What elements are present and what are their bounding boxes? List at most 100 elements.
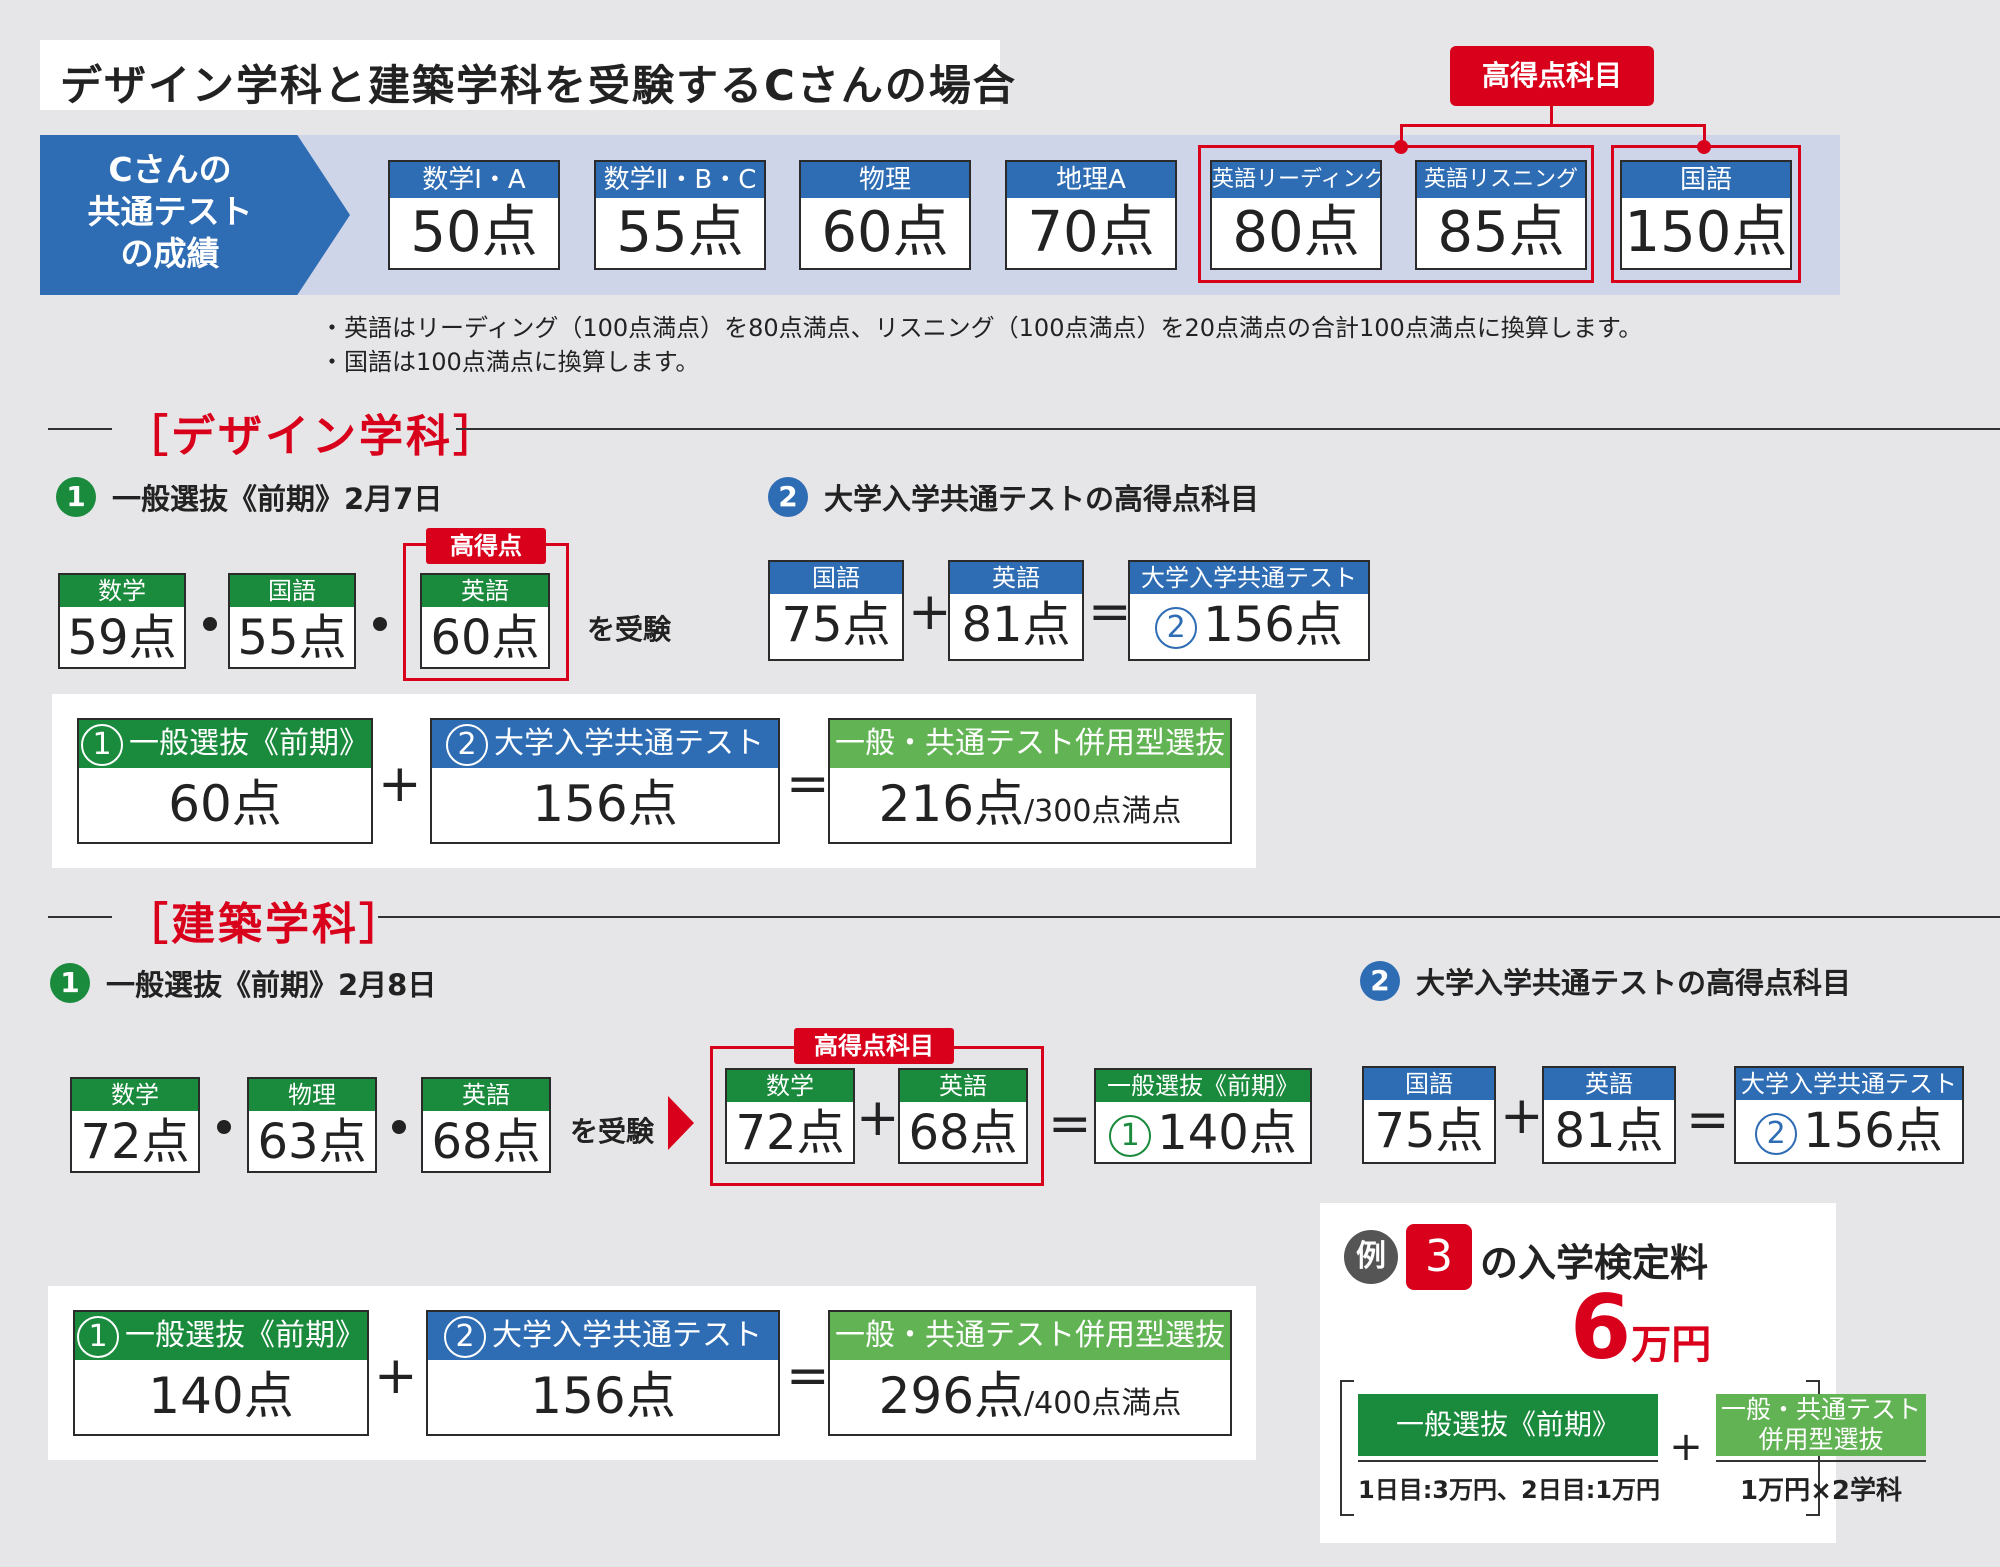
formula-value: 296点 — [878, 1367, 1025, 1425]
formula-label: 大学入学共通テスト — [492, 1318, 762, 1353]
exam-card: 英語 68点 — [421, 1077, 551, 1173]
exam-subject: 英語 — [423, 1079, 549, 1111]
subject-card: 英語リスニング 85点 — [1415, 160, 1587, 270]
high-tag-connector — [1400, 124, 1706, 127]
arch-step2: 2 大学入学共通テストの高得点科目 — [1360, 960, 1851, 1002]
plus-sign: + — [908, 582, 952, 642]
fee-general-detail: 1日目:3万円、2日目:1万円 — [1358, 1476, 1660, 1504]
subject-score: 70点 — [1027, 200, 1155, 265]
subject-name: 数学Ⅰ・A — [390, 162, 558, 198]
exam-card: 国語 55点 — [228, 573, 356, 669]
step-number: 2 — [768, 477, 808, 517]
test-subject: 国語 — [770, 562, 902, 594]
formula-card-result: 一般・共通テスト併用型選抜 216点/300点満点 — [828, 718, 1232, 844]
formula-value: 60点 — [168, 775, 282, 833]
fee-combined-label-line1: 一般・共通テスト — [1720, 1395, 1921, 1424]
equals-sign: = — [1048, 1094, 1092, 1154]
circled-number: 2 — [1755, 1113, 1798, 1155]
formula-card-result: 一般・共通テスト併用型選抜 296点/400点満点 — [828, 1310, 1232, 1436]
step-number: 2 — [1360, 961, 1400, 1001]
high-score-tag: 高得点 — [426, 528, 546, 564]
high-subject: 数学 — [727, 1070, 853, 1102]
formula-label: 一般選抜《前期》 — [129, 726, 369, 761]
subject-name: 英語リーディング — [1212, 162, 1380, 198]
fee-amount-unit: 万円 — [1631, 1322, 1712, 1368]
fee-amount: 6万円 — [1570, 1280, 1830, 1376]
circled-number: 2 — [444, 1315, 486, 1358]
juken-label: を受験 — [587, 613, 672, 646]
design-step2: 2 大学入学共通テストの高得点科目 — [768, 476, 1259, 518]
equals-sign: = — [1088, 582, 1132, 642]
subject-card: 数学Ⅱ・B・C 55点 — [594, 160, 766, 270]
arch-step1: 1 一般選抜《前期》2月8日 — [50, 962, 436, 1004]
high-score: 72点 — [735, 1105, 845, 1161]
equals-sign: = — [1686, 1090, 1730, 1150]
test-score: 75点 — [781, 597, 891, 653]
exam-card: 物理 63点 — [247, 1077, 377, 1173]
test-card: 国語 75点 — [1362, 1066, 1496, 1164]
formula-value: 140点 — [148, 1367, 294, 1425]
separator-dot — [373, 617, 387, 631]
formula-label: 一般選抜《前期》 — [125, 1318, 365, 1353]
subject-card: 国語 150点 — [1620, 160, 1792, 270]
exam-score: 68点 — [431, 1114, 541, 1170]
test-total-score: 156点 — [1203, 597, 1343, 653]
test-card: 国語 75点 — [768, 560, 904, 661]
step-number: 1 — [56, 477, 96, 517]
high-card: 数学 72点 — [725, 1068, 855, 1164]
exam-card: 数学 72点 — [70, 1077, 200, 1173]
high-subject: 英語 — [900, 1070, 1026, 1102]
subject-score: 50点 — [410, 200, 538, 265]
student-label: Cさんの 共通テスト の成績 — [40, 135, 350, 295]
test-total-label: 大学入学共通テスト — [1130, 562, 1368, 594]
high-total-score: 140点 — [1157, 1105, 1297, 1161]
formula-value: 216点 — [878, 775, 1025, 833]
test-subject: 英語 — [950, 562, 1082, 594]
page-title: デザイン学科と建築学科を受験するCさんの場合 — [40, 40, 1015, 110]
plus-sign: + — [856, 1088, 900, 1148]
high-score-tag: 高得点科目 — [794, 1028, 954, 1064]
connector-dot — [1394, 140, 1408, 154]
plus-sign: + — [1669, 1424, 1703, 1470]
formula-value: 156点 — [530, 1367, 676, 1425]
test-score: 75点 — [1374, 1103, 1484, 1159]
equals-sign: = — [786, 754, 830, 814]
student-label-line-1: Cさんの — [108, 150, 232, 189]
circled-number: 1 — [77, 1315, 119, 1358]
subject-score: 85点 — [1437, 200, 1565, 265]
formula-card-test: 2 大学入学共通テスト 156点 — [426, 1310, 780, 1436]
step-label: 一般選抜《前期》2月8日 — [106, 968, 437, 1002]
note-english: ・英語はリーディング（100点満点）を80点満点、リスニング（100点満点）を2… — [320, 314, 1643, 342]
example-badge: 例 — [1344, 1230, 1398, 1284]
test-card: 英語 81点 — [948, 560, 1084, 661]
circled-number: 1 — [81, 723, 123, 766]
separator-dot — [217, 1120, 231, 1134]
subject-score: 80点 — [1232, 200, 1360, 265]
formula-card-general: 1 一般選抜《前期》 140点 — [73, 1310, 369, 1436]
step-label: 大学入学共通テストの高得点科目 — [1416, 966, 1852, 1000]
equals-sign: = — [786, 1346, 830, 1406]
fee-divider — [1358, 1460, 1658, 1462]
fee-divider — [1716, 1460, 1926, 1462]
exam-score: 60点 — [430, 610, 540, 666]
exam-card: 英語 60点 — [420, 573, 550, 669]
separator-dot — [392, 1120, 406, 1134]
bracket-left — [1340, 1380, 1354, 1516]
fee-combined-label-line2: 併用型選抜 — [1758, 1425, 1884, 1454]
section-rule — [378, 916, 2000, 918]
test-score: 81点 — [1554, 1103, 1664, 1159]
section-rule — [48, 916, 112, 918]
circled-number: 1 — [1109, 1115, 1152, 1157]
formula-suffix: /300点満点 — [1024, 794, 1182, 829]
exam-subject: 国語 — [230, 575, 354, 607]
connector-dot — [1697, 140, 1711, 154]
arch-section-title: ［建築学科］ — [124, 899, 406, 950]
test-total-card: 大学入学共通テスト 2 156点 — [1128, 560, 1370, 661]
arrow-right-icon — [668, 1096, 694, 1150]
subject-card: 地理A 70点 — [1005, 160, 1177, 270]
juken-label: を受験 — [570, 1115, 655, 1148]
exam-subject: 数学 — [60, 575, 184, 607]
formula-suffix: /400点満点 — [1024, 1386, 1182, 1421]
subject-name: 数学Ⅱ・B・C — [596, 162, 764, 198]
design-step1: 1 一般選抜《前期》2月7日 — [56, 476, 442, 518]
